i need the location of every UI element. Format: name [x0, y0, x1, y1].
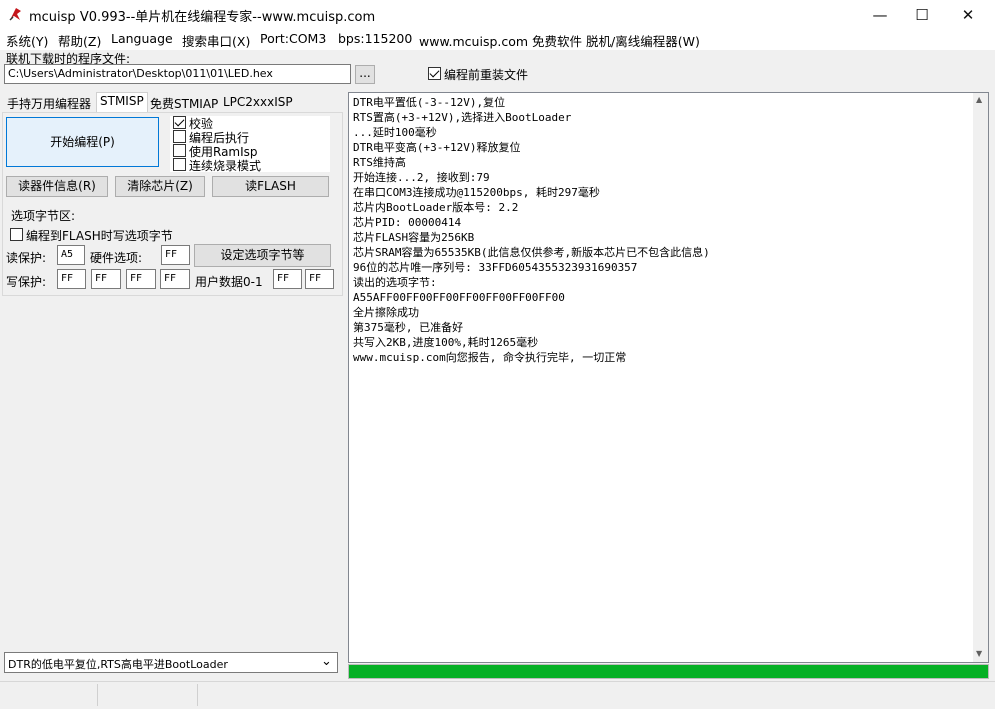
write-protect-field-1[interactable]: FF	[91, 269, 121, 289]
status-bar	[0, 681, 995, 709]
progress-bar	[348, 664, 989, 679]
progress-bar-fill	[349, 665, 988, 678]
close-button[interactable]: ✕	[945, 0, 991, 30]
log-line: ...延时100毫秒	[353, 126, 437, 139]
log-line: RTS维持高	[353, 156, 406, 169]
start-programming-button[interactable]: 开始编程(P)	[6, 117, 159, 167]
option-bytes-group-label: 选项字节区:	[11, 209, 76, 223]
scroll-up-icon[interactable]: ▲	[976, 95, 982, 104]
reload-file-label: 编程前重装文件	[444, 68, 529, 82]
use-ramisp-checkbox[interactable]	[173, 144, 186, 157]
menu-website[interactable]: www.mcuisp.com 免费软件 脱机/离线编程器(W)	[419, 31, 700, 50]
set-option-bytes-button[interactable]: 设定选项字节等	[194, 244, 331, 267]
tab-lpc2xxxisp[interactable]: LPC2xxxISP	[220, 94, 296, 112]
browse-file-button[interactable]: ...	[355, 65, 375, 84]
log-line: 在串口COM3连接成功@115200bps, 耗时297毫秒	[353, 186, 600, 199]
read-protect-field[interactable]: A5	[57, 245, 85, 265]
app-logo-icon	[8, 6, 24, 22]
continuous-burn-label: 连续烧录模式	[189, 159, 262, 173]
log-line: DTR电平变高(+3-+12V)释放复位	[353, 141, 521, 154]
log-line: DTR电平置低(-3--12V),复位	[353, 96, 506, 109]
output-log[interactable]: DTR电平置低(-3--12V),复位 RTS置高(+3-+12V),选择进入Bo…	[348, 92, 989, 663]
continuous-burn-checkbox[interactable]	[173, 158, 186, 171]
write-option-bytes-label: 编程到FLASH时写选项字节	[26, 229, 173, 243]
write-protect-field-3[interactable]: FF	[160, 269, 190, 289]
log-line: 开始连接...2, 接收到:79	[353, 171, 490, 184]
user-data-field-1[interactable]: FF	[305, 269, 334, 289]
read-flash-button[interactable]: 读FLASH	[212, 176, 329, 197]
reset-mode-value: DTR的低电平复位,RTS高电平进BootLoader	[8, 658, 228, 671]
user-data-field-0[interactable]: FF	[273, 269, 302, 289]
log-line: 芯片PID: 00000414	[353, 216, 462, 229]
log-line: 96位的芯片唯一序列号: 33FFD6054355323931690357	[353, 261, 638, 274]
log-line: 芯片内BootLoader版本号: 2.2	[353, 201, 519, 214]
write-option-bytes-checkbox[interactable]	[10, 228, 23, 241]
chevron-down-icon[interactable]: ⌄	[321, 654, 332, 669]
menu-search-port[interactable]: 搜索串口(X)	[182, 31, 250, 50]
log-lines: DTR电平置低(-3--12V),复位 RTS置高(+3-+12V),选择进入Bo…	[353, 95, 710, 365]
user-data-label: 用户数据0-1	[195, 275, 263, 289]
log-line: A55AFF00FF00FF00FF00FF00FF00FF00	[353, 291, 565, 304]
hardware-option-label: 硬件选项:	[90, 251, 143, 265]
run-after-program-checkbox[interactable]	[173, 130, 186, 143]
log-line: www.mcuisp.com向您报告, 命令执行完毕, 一切正常	[353, 351, 627, 364]
window-title: mcuisp V0.993--单片机在线编程专家--www.mcuisp.com	[29, 10, 376, 25]
menu-language[interactable]: Language	[111, 31, 173, 46]
menu-port[interactable]: Port:COM3	[260, 31, 326, 46]
status-separator	[97, 684, 98, 706]
write-protect-field-0[interactable]: FF	[57, 269, 86, 289]
hardware-option-field[interactable]: FF	[161, 245, 190, 265]
log-line: 第375毫秒, 已准备好	[353, 321, 464, 334]
minimize-button[interactable]: —	[857, 0, 903, 30]
log-line: RTS置高(+3-+12V),选择进入BootLoader	[353, 111, 572, 124]
write-protect-label: 写保护:	[6, 275, 47, 289]
tab-handheld-programmer[interactable]: 手持万用编程器	[4, 94, 94, 112]
menu-help[interactable]: 帮助(Z)	[58, 31, 101, 50]
write-protect-field-2[interactable]: FF	[126, 269, 156, 289]
reset-mode-dropdown[interactable]: DTR的低电平复位,RTS高电平进BootLoader ⌄	[4, 652, 338, 673]
maximize-button[interactable]: ☐	[899, 0, 945, 30]
program-file-path-input[interactable]: C:\Users\Administrator\Desktop\011\01\LE…	[4, 64, 351, 84]
reload-file-checkbox[interactable]	[428, 67, 441, 80]
read-device-info-button[interactable]: 读器件信息(R)	[6, 176, 108, 197]
tab-free-stmiap[interactable]: 免费STMIAP	[147, 94, 221, 112]
log-line: 全片擦除成功	[353, 306, 419, 319]
status-separator	[197, 684, 198, 706]
log-line: 共写入2KB,进度100%,耗时1265毫秒	[353, 336, 539, 349]
menu-bps[interactable]: bps:115200	[338, 31, 412, 46]
log-line: 芯片SRAM容量为65535KB(此信息仅供参考,新版本芯片已不包含此信息)	[353, 246, 710, 259]
log-scrollbar[interactable]: ▲ ▼	[973, 93, 988, 662]
read-protect-label: 读保护:	[6, 251, 47, 265]
log-line: 芯片FLASH容量为256KB	[353, 231, 475, 244]
menu-system[interactable]: 系统(Y)	[6, 31, 48, 50]
verify-checkbox[interactable]	[173, 116, 186, 129]
scroll-down-icon[interactable]: ▼	[976, 649, 982, 658]
log-line: 读出的选项字节:	[353, 276, 437, 289]
erase-chip-button[interactable]: 清除芯片(Z)	[115, 176, 205, 197]
tab-stmisp[interactable]: STMISP	[96, 92, 148, 113]
